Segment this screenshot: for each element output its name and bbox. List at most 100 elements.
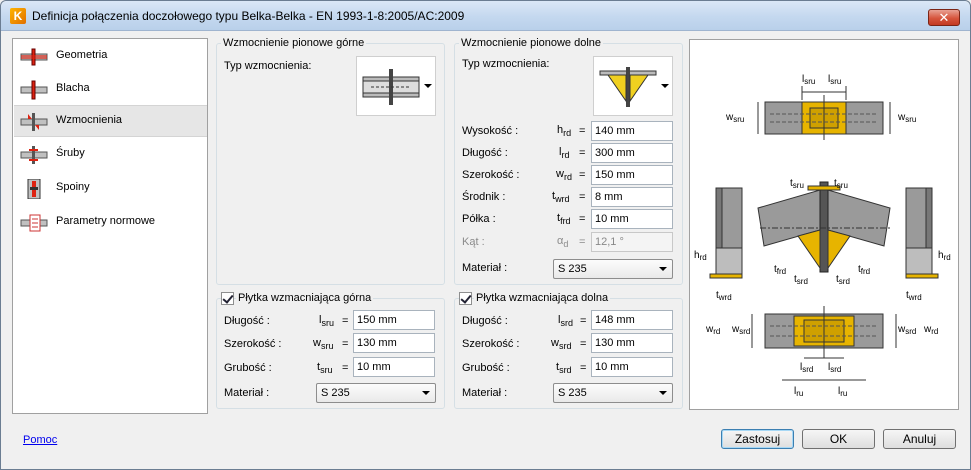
nav-label: Śruby <box>56 147 85 159</box>
width-symbol: wrd <box>556 168 572 183</box>
h-rd-right-label: hrd <box>938 250 951 262</box>
dialog-window: K Definicja połączenia doczołowego typu … <box>0 0 971 470</box>
section-nav: Geometria Blacha Wzmocnienia Śruby Spoin… <box>12 38 208 414</box>
upper-plate-checkbox[interactable] <box>221 292 234 305</box>
height-symbol: hrd <box>557 124 572 139</box>
code-params-icon <box>20 214 48 232</box>
upper-plate-thickness-input[interactable]: 10 mm <box>353 357 435 377</box>
chevron-down-icon <box>659 267 667 271</box>
length-input[interactable]: 300 mm <box>591 143 673 163</box>
lower-type-label: Typ wzmocnienia: <box>462 58 550 70</box>
nav-label: Geometria <box>56 49 108 61</box>
bolts-icon <box>20 146 48 164</box>
lower-plate-width-symbol: wsrd <box>551 337 572 352</box>
chevron-down-icon <box>422 391 430 395</box>
l-sru-right-label: lsru <box>828 74 841 86</box>
length-symbol: lrd <box>559 146 570 161</box>
stiffener-icon <box>20 113 48 131</box>
angle-input: 12,1 ° <box>591 232 673 252</box>
h-rd-left-label: hrd <box>694 250 707 262</box>
title-bar[interactable]: K Definicja połączenia doczołowego typu … <box>1 1 970 31</box>
connection-diagram: lsru lsru wsru wsru tsru tsru hrd hrd tf… <box>689 39 959 410</box>
t-frd-right-label: tfrd <box>858 264 870 276</box>
lower-plate-width-input[interactable]: 130 mm <box>591 333 673 353</box>
chevron-down-icon <box>659 391 667 395</box>
nav-item-parametry[interactable]: Parametry normowe <box>14 207 207 239</box>
lower-plate-material-label: Materiał : <box>462 387 508 399</box>
help-link[interactable]: Pomoc <box>23 434 57 446</box>
l-sru-left-label: lsru <box>802 74 815 86</box>
lower-stiff-material-select[interactable]: S 235 <box>553 259 673 279</box>
lower-plate-length-symbol: lsrd <box>558 314 573 329</box>
upper-plate-length-symbol: lsru <box>319 314 334 329</box>
nav-item-blacha[interactable]: Blacha <box>14 74 207 106</box>
lower-plate-thickness-input[interactable]: 10 mm <box>591 357 673 377</box>
ok-button[interactable]: OK <box>802 429 875 449</box>
lower-stiffener-type-picker[interactable] <box>593 56 673 116</box>
t-sru-right-label: tsru <box>834 178 848 190</box>
nav-item-sruby[interactable]: Śruby <box>14 139 207 171</box>
lower-plate-thickness-label: Grubość : <box>462 362 510 374</box>
lower-plate-checkbox-label[interactable]: Płytka wzmacniająca dolna <box>474 292 611 304</box>
nav-item-wzmocnienia[interactable]: Wzmocnienia <box>14 105 207 137</box>
upper-stiffener-type-picker[interactable] <box>356 56 436 116</box>
chevron-down-icon <box>424 84 432 88</box>
w-srd-left-label: wsrd <box>731 324 750 336</box>
w-sru-right-label: wsru <box>897 112 916 124</box>
l-ru-left-label: lru <box>794 386 803 398</box>
web-label: Środnik : <box>462 191 506 203</box>
l-srd-right-label: lsrd <box>828 362 841 374</box>
upper-plate-material-select[interactable]: S 235 <box>316 383 436 403</box>
cancel-button[interactable]: Anuluj <box>883 429 956 449</box>
width-label: Szerokość : <box>462 169 520 181</box>
web-symbol: twrd <box>552 190 570 205</box>
app-logo-icon: K <box>10 8 26 24</box>
lower-plate-length-input[interactable]: 148 mm <box>591 310 673 330</box>
upper-plate-width-symbol: wsru <box>313 337 334 352</box>
t-sru-left-label: tsru <box>790 178 804 190</box>
lower-plate-width-label: Szerokość : <box>462 338 520 350</box>
lower-stiffener-title: Wzmocnienie pionowe dolne <box>459 37 604 49</box>
nav-item-geometria[interactable]: Geometria <box>14 41 207 73</box>
upper-plate-width-input[interactable]: 130 mm <box>353 333 435 353</box>
lower-plate-material-select[interactable]: S 235 <box>553 383 673 403</box>
upper-plate-view <box>757 86 891 140</box>
width-input[interactable]: 150 mm <box>591 165 673 185</box>
t-wrd-right-label: twrd <box>906 290 922 302</box>
close-button[interactable]: ✕ <box>928 9 960 26</box>
window-title: Definicja połączenia doczołowego typu Be… <box>32 9 465 23</box>
web-input[interactable]: 8 mm <box>591 187 673 207</box>
chevron-down-icon <box>661 84 669 88</box>
upper-plate-thickness-label: Grubość : <box>224 362 272 374</box>
upper-type-label: Typ wzmocnienia: <box>224 60 312 72</box>
upper-plate-material-label: Materiał : <box>224 387 270 399</box>
upper-plate-width-label: Szerokość : <box>224 338 282 350</box>
angle-label: Kąt : <box>462 236 485 248</box>
flange-symbol: tfrd <box>557 212 571 227</box>
lower-stiff-material-label: Materiał : <box>462 262 508 274</box>
w-rd-left-label: wrd <box>705 324 720 336</box>
flange-input[interactable]: 10 mm <box>591 209 673 229</box>
t-srd-left-label: tsrd <box>794 274 808 286</box>
upper-plate-length-input[interactable]: 150 mm <box>353 310 435 330</box>
lower-stiffener-type-icon <box>599 67 657 107</box>
plate-icon <box>20 80 48 100</box>
nav-label: Parametry normowe <box>56 215 156 227</box>
apply-button[interactable]: Zastosuj <box>721 429 794 449</box>
w-rd-right-label: wrd <box>923 324 938 336</box>
upper-plate-checkbox-label[interactable]: Płytka wzmacniająca górna <box>236 292 374 304</box>
welds-icon <box>27 179 41 199</box>
upper-plate-length-label: Długość : <box>224 315 270 327</box>
geometry-icon <box>20 48 48 66</box>
upper-stiffener-title: Wzmocnienie pionowe górne <box>221 37 367 49</box>
w-sru-left-label: wsru <box>725 112 744 124</box>
nav-label: Blacha <box>56 82 90 94</box>
length-label: Długość : <box>462 147 508 159</box>
upper-plate-thickness-symbol: tsru <box>317 361 333 376</box>
w-srd-right-label: wsrd <box>897 324 916 336</box>
lower-plate-checkbox[interactable] <box>459 292 472 305</box>
nav-item-spoiny[interactable]: Spoiny <box>14 173 207 205</box>
connection-drawing: lsru lsru wsru wsru tsru tsru hrd hrd tf… <box>694 74 951 398</box>
nav-label: Spoiny <box>56 181 90 193</box>
height-input[interactable]: 140 mm <box>591 121 673 141</box>
